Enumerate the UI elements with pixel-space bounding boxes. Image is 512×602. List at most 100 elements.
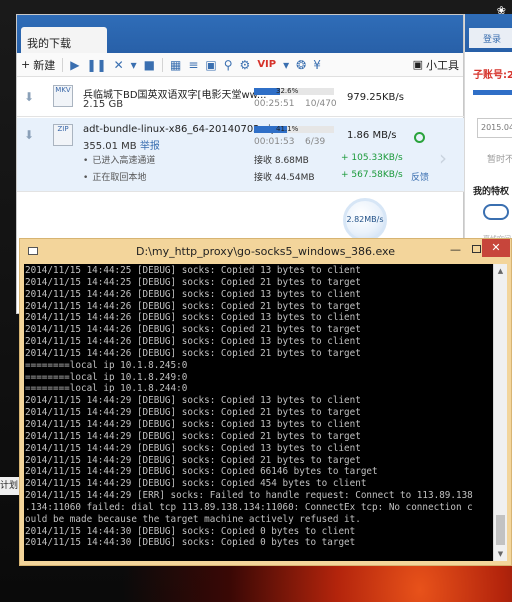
dropdown-arrow-icon[interactable]: ▾ [283,58,289,72]
console-line: ========local ip 10.1.8.244:0 [25,383,188,395]
task-progress-text: 32.6% [276,87,299,95]
console-line: 2014/11/15 14:44:29 [DEBUG] socks: Copie… [25,478,367,490]
vip-badge[interactable]: VIP [257,59,276,70]
video-file-icon: MKV [53,85,73,107]
pause-icon[interactable]: ❚❚ [86,58,106,72]
task-progress-text: 41.1% [276,125,299,133]
console-line: .134:11060 failed: dial tcp 113.89.138.1… [25,501,473,513]
scroll-thumb[interactable] [496,515,505,545]
toolbar-divider [62,57,64,72]
cloud-icon[interactable] [483,204,509,220]
sub-account-label: 子账号:2 [473,70,512,81]
task-status-text: 正在取回本地 [92,173,147,183]
gear-icon[interactable]: ⚙ [240,58,251,72]
console-output[interactable]: 2014/11/15 14:44:25 [DEBUG] socks: Copie… [24,264,495,561]
console-line: ========local ip 10.1.8.249:0 [25,371,188,383]
login-button[interactable]: 登录 [469,28,512,48]
delete-icon[interactable]: ✕ [114,58,124,72]
console-line: 2014/11/15 14:44:30 [DEBUG] socks: Copie… [25,525,356,537]
download-arrow-icon: ⬇ [24,128,35,142]
console-line: ould be made because the target machine … [25,513,361,525]
grid-view-icon[interactable]: ▦ [170,58,181,72]
bullet-icon: • [83,156,89,166]
background-window-edge: 计划 [0,477,20,495]
speed-icon[interactable]: ❂ [296,58,306,72]
task-pieces: 10/470 [305,99,337,109]
console-line: ========local ip 10.1.8.245:0 [25,359,188,371]
console-line: 2014/11/15 14:44:29 [DEBUG] socks: Copie… [25,442,361,454]
bullet-icon: • [83,173,89,183]
console-line: 2014/11/15 14:44:29 [DEBUG] socks: Copie… [25,407,361,419]
task-status-text: 已进入高速通道 [92,156,156,166]
folder-icon[interactable]: ■ [144,58,155,72]
toolbar-divider [162,57,163,72]
task-progress-bar: 41.1% [254,125,334,133]
tools-button[interactable]: ▣ 小工具 [413,57,459,73]
console-line: 2014/11/15 14:44:25 [DEBUG] socks: Copie… [25,276,361,288]
my-privileges-heading: 我的特权 [473,187,510,197]
scroll-down-icon[interactable]: ▼ [494,547,507,561]
console-line: 2014/11/15 14:44:26 [DEBUG] socks: Copie… [25,336,361,348]
console-window: D:\my_http_proxy\go-socks5_windows_386.e… [19,238,512,566]
yuan-icon[interactable]: ¥ [313,58,321,72]
console-title: D:\my_http_proxy\go-socks5_windows_386.e… [135,245,396,258]
no-data-text: 暂时不 [487,155,512,165]
tools-label: 小工具 [426,58,459,72]
task-boost-speed-b: + 567.58KB/s [341,170,403,180]
console-line: 2014/11/15 14:44:26 [DEBUG] socks: Copie… [25,347,361,359]
download-arrow-icon: ⬇ [24,90,35,104]
download-manager-titlebar: 我的下载 [17,15,463,53]
play-icon[interactable]: ▶ [70,58,79,72]
console-line: 2014/11/15 14:44:29 [DEBUG] socks: Copie… [25,418,361,430]
maximize-icon[interactable] [472,245,481,253]
details-icon[interactable]: ▣ [205,58,216,72]
task-elapsed-time: 00:25:51 [254,99,295,109]
tab-my-downloads[interactable]: 我的下载 [21,27,107,53]
console-lines: 2014/11/15 14:44:25 [DEBUG] socks: Copie… [24,264,495,549]
dropdown-arrow-icon[interactable]: ▾ [131,58,137,72]
feedback-link[interactable]: 反馈 [411,170,429,183]
console-line: 2014/11/15 14:44:26 [DEBUG] socks: Copie… [25,324,361,336]
console-line: 2014/11/15 14:44:29 [ERR] socks: Failed … [25,490,473,502]
close-icon[interactable]: ✕ [482,239,510,257]
task-file-size: 2.15 GB [83,99,124,110]
console-line: 2014/11/15 14:44:26 [DEBUG] socks: Copie… [25,300,361,312]
task-progress-bar: 32.6% [254,87,334,95]
console-line: 2014/11/15 14:44:29 [DEBUG] socks: Copie… [25,454,361,466]
scroll-up-icon[interactable]: ▲ [494,264,507,278]
console-titlebar[interactable]: D:\my_http_proxy\go-socks5_windows_386.e… [20,239,511,264]
console-line: 2014/11/15 14:44:29 [DEBUG] socks: Copie… [25,466,378,478]
download-toolbar: + 新建 ▶ ❚❚ ✕ ▾ ■ ▦ ≡ ▣ ⚲ ⚙ VIP ▾ ❂ ¥ ▣ 小工… [17,53,463,77]
side-panel-header: 登录 [465,14,512,52]
task-status-line: • 正在取回本地 [83,170,146,183]
list-view-icon[interactable]: ≡ [188,58,198,72]
console-line: 2014/11/15 14:44:29 [DEBUG] socks: Copie… [25,430,361,442]
console-line: 2014/11/15 14:44:26 [DEBUG] socks: Copie… [25,312,361,324]
console-line: 2014/11/15 14:44:26 [DEBUG] socks: Copie… [25,288,361,300]
console-line: 2014/11/15 14:44:30 [DEBUG] socks: Copie… [25,537,356,549]
report-inline-link[interactable]: 举报 [140,141,160,152]
task-speed: 979.25KB/s [347,92,404,103]
task-received-a: 接收 8.68MB [254,156,309,166]
new-task-label: 新建 [33,58,56,72]
search-icon[interactable]: ⚲ [224,58,233,72]
task-speed: 1.86 MB/s [347,130,397,141]
task-pieces: 6/39 [305,137,326,147]
plus-icon: + [21,58,31,71]
task-received-b: 接收 44.54MB [254,173,315,183]
task-boost-speed-a: + 105.33KB/s [341,153,403,163]
total-speed-ball[interactable]: 2.82MB/s [343,198,387,242]
status-ok-icon [414,132,425,143]
download-task-row[interactable]: ⬇ MKV 兵临城下BD国英双语双字[电影天堂ww... 2.15 GB 32.… [17,77,465,117]
download-task-row-selected[interactable]: ⬇ ZIP adt-bundle-linux-x86_64-20140702.z… [17,118,465,192]
minimize-icon[interactable]: — [450,243,461,256]
task-file-name: adt-bundle-linux-x86_64-20140702.zip [83,124,278,135]
task-file-size: 355.01 MB [83,141,137,152]
chevron-right-icon[interactable]: › [439,146,447,170]
console-line: 2014/11/15 14:44:29 [DEBUG] socks: Copie… [25,395,361,407]
account-progress-band [473,90,512,95]
console-scrollbar[interactable]: ▲ ▼ [493,264,507,561]
new-task-button[interactable]: + 新建 [21,57,55,73]
toolbox-icon: ▣ [412,58,423,71]
date-field[interactable]: 2015.04 [477,118,512,138]
